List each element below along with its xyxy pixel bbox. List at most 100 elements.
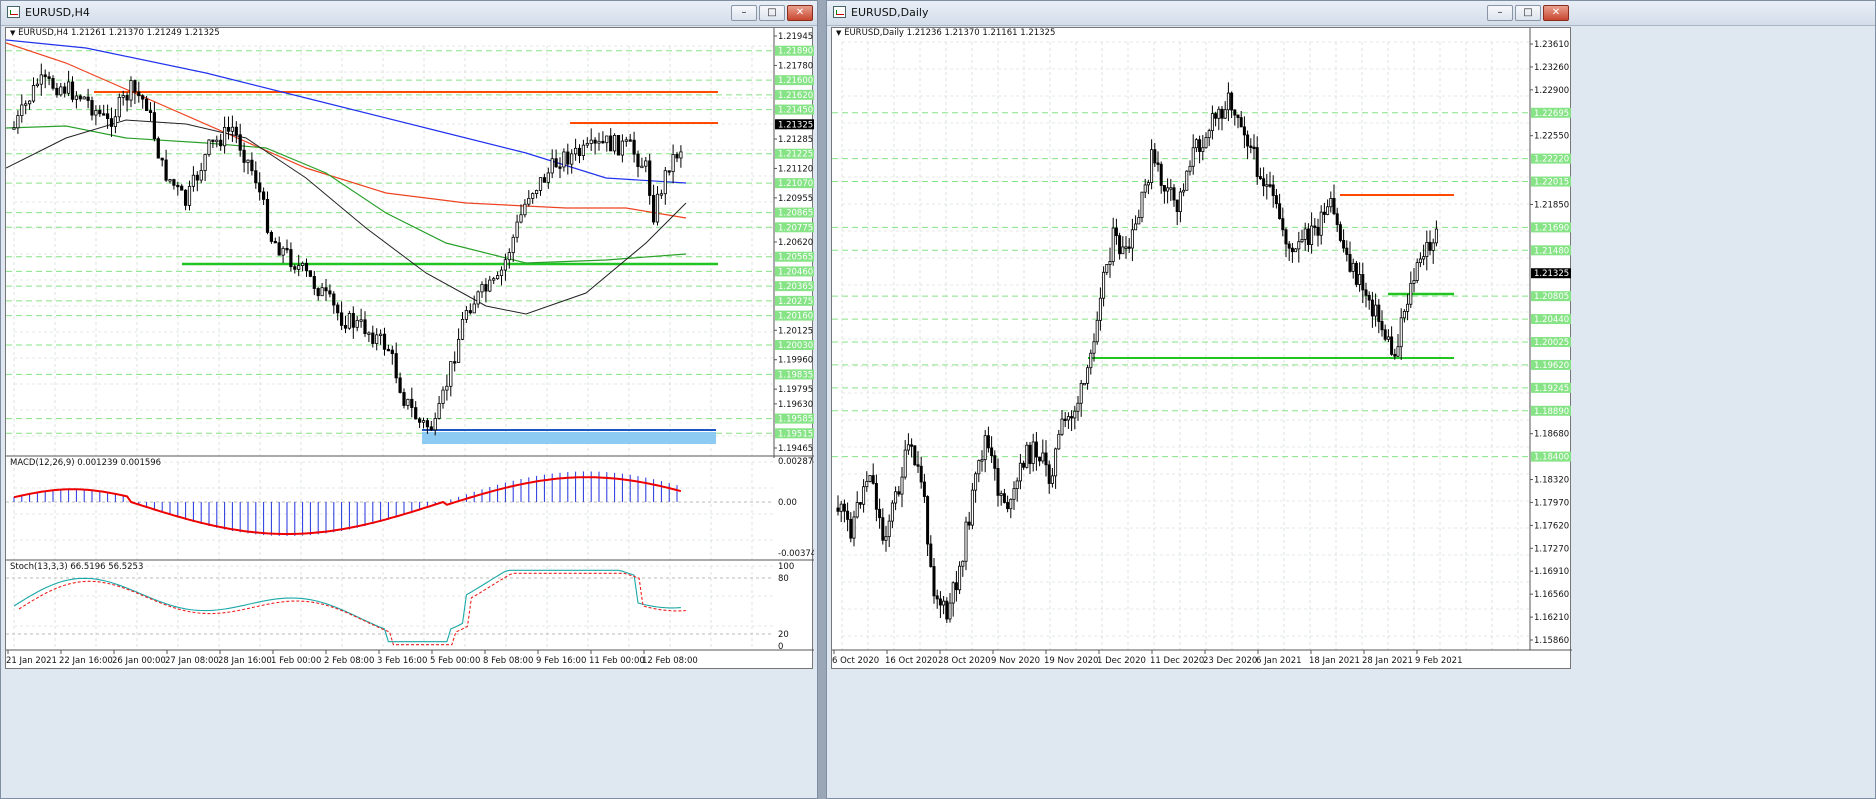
bear-candle — [986, 435, 990, 449]
bear-candle — [63, 86, 67, 94]
bull-candle — [679, 151, 683, 159]
bull-candle — [624, 139, 628, 142]
price-label: 1.21945 — [778, 32, 813, 42]
price-label: 1.21600 — [778, 76, 813, 86]
chart-window-icon — [7, 6, 20, 18]
bear-candle — [1114, 227, 1118, 237]
bull-candle — [1191, 147, 1195, 167]
bull-candle — [1102, 271, 1106, 299]
price-label: 1.23260 — [1534, 63, 1569, 73]
bull-candle — [1098, 297, 1102, 321]
bear-candle — [1322, 211, 1326, 215]
bear-candle — [324, 287, 328, 292]
bull-candle — [1201, 147, 1205, 152]
h4-title-bar[interactable]: EURUSD,H4 – □ ✕ — [1, 1, 817, 26]
bull-candle — [1015, 480, 1019, 490]
bull-candle — [589, 139, 593, 144]
bull-candle — [320, 287, 324, 297]
bull-candle — [355, 319, 359, 328]
bear-candle — [343, 325, 348, 329]
bull-candle — [887, 520, 891, 538]
bull-candle — [597, 140, 601, 144]
h4-window-title: EURUSD,H4 — [25, 6, 90, 19]
bull-candle — [1182, 189, 1186, 193]
stoch-signal-line — [18, 572, 686, 646]
daily-chart-area[interactable]: 1.23610 1.23260 1.22900 1.22695 1.22550 1.222… — [831, 27, 1572, 670]
bear-candle — [219, 139, 223, 147]
bear-candle — [425, 420, 430, 428]
price-label: 1.21070 — [778, 179, 813, 189]
bear-candle — [1034, 441, 1038, 458]
bull-candle — [942, 600, 946, 606]
bull-candle — [519, 214, 523, 223]
price-label: 1.20025 — [1534, 338, 1569, 348]
daily-chart-canvas[interactable]: 1.23610 1.23260 1.22900 1.22695 1.22550 1.222… — [832, 28, 1572, 670]
bull-candle — [1025, 444, 1029, 468]
bear-candle — [148, 110, 153, 114]
bear-candle — [1271, 184, 1275, 196]
bull-candle — [199, 170, 203, 181]
bull-candle — [421, 420, 426, 423]
time-label: 23 Dec 2020 — [1203, 656, 1257, 666]
bear-candle — [1249, 145, 1253, 148]
daily-title-bar[interactable]: EURUSD,Daily – □ ✕ — [827, 1, 1875, 26]
bull-candle — [488, 279, 492, 292]
price-label: 1.20030 — [778, 341, 813, 351]
h4-chart-area[interactable]: 1.21945 1.21890 1.21780 1.21600 1.21620 1.214… — [5, 27, 814, 670]
bear-candle — [1348, 254, 1352, 272]
bear-candle — [938, 598, 942, 606]
close-button[interactable]: ✕ — [787, 5, 813, 21]
bear-candle — [1236, 114, 1240, 118]
bear-candle — [1278, 203, 1282, 220]
stoch-main-line — [13, 569, 681, 643]
bull-candle — [659, 193, 664, 196]
bear-candle — [484, 284, 488, 292]
bull-candle — [367, 332, 371, 335]
maximize-button[interactable]: □ — [759, 5, 785, 21]
bear-candle — [601, 140, 605, 144]
bull-candle — [906, 444, 910, 451]
bull-candle — [1217, 108, 1221, 119]
bull-candle — [1150, 149, 1154, 183]
bull-candle — [1086, 367, 1090, 384]
bull-candle — [121, 95, 125, 98]
time-label: 12 Feb 08:00 — [642, 656, 698, 666]
bull-candle — [894, 491, 898, 504]
daily-chart-window[interactable]: EURUSD,Daily – □ ✕ 1.23610 1.23260 1.22900… — [826, 0, 1876, 799]
bear-candle — [871, 475, 875, 484]
minimize-button[interactable]: – — [731, 5, 757, 21]
bull-candle — [1406, 303, 1410, 312]
time-label: 28 Oct 2020 — [938, 656, 991, 666]
bear-candle — [226, 126, 231, 132]
close-button[interactable]: ✕ — [1543, 5, 1569, 21]
time-label: 6 Oct 2020 — [832, 656, 879, 666]
bull-candle — [187, 185, 192, 206]
maximize-button[interactable]: □ — [1515, 5, 1541, 21]
bear-candle — [86, 96, 90, 101]
h4-chart-canvas[interactable]: 1.21945 1.21890 1.21780 1.21600 1.21620 1.214… — [6, 28, 814, 670]
bear-candle — [269, 232, 274, 242]
bull-candle — [300, 262, 305, 266]
bull-candle — [207, 139, 211, 155]
bull-candle — [297, 265, 301, 270]
price-label: 1.20460 — [778, 267, 813, 277]
bear-candle — [1252, 146, 1256, 150]
bear-candle — [1022, 462, 1026, 468]
bear-candle — [910, 444, 914, 447]
price-label: 1.20865 — [778, 209, 813, 219]
price-label: 1.18320 — [1534, 476, 1569, 486]
bull-candle — [406, 398, 410, 406]
h4-chart-window[interactable]: EURUSD,H4 – □ ✕ 1.21945 1.21890 1.21780 1.2… — [0, 0, 818, 799]
price-label: 1.23610 — [1534, 40, 1569, 50]
bear-candle — [312, 276, 316, 289]
bull-candle — [191, 174, 195, 187]
bear-candle — [1233, 109, 1237, 116]
bull-candle — [1434, 228, 1438, 244]
bear-candle — [176, 184, 180, 188]
bear-candle — [1006, 502, 1010, 510]
bull-candle — [449, 361, 453, 387]
bear-candle — [1028, 444, 1032, 464]
minimize-button[interactable]: – — [1487, 5, 1513, 21]
bear-candle — [1220, 108, 1224, 119]
bear-candle — [238, 134, 242, 151]
